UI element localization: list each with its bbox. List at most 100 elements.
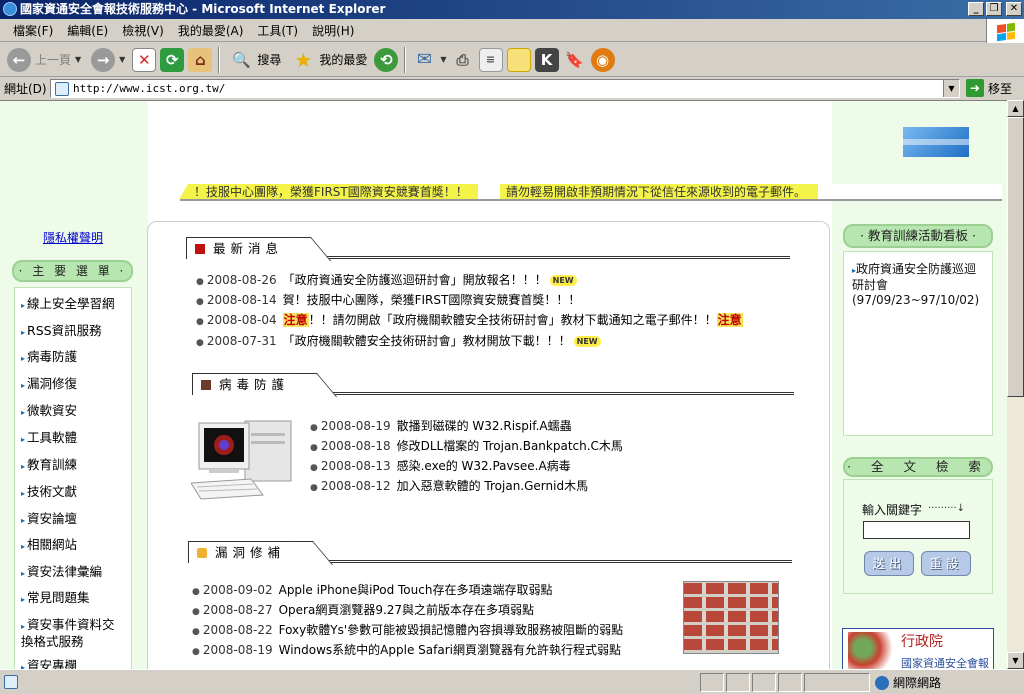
close-button[interactable]: ✕ xyxy=(1006,2,1022,16)
bullet-icon: ▸ xyxy=(21,435,26,444)
restore-button[interactable]: ❐ xyxy=(986,2,1002,16)
back-dropdown-icon[interactable]: ▼ xyxy=(75,55,81,64)
news-item[interactable]: ● 2008-08-04 注意！！請勿開啟「政府機關軟體安全技術研討會」教材下載通知… xyxy=(196,312,743,330)
bullet-icon: ▸ xyxy=(21,462,26,471)
new-badge: NEW xyxy=(549,275,577,286)
forward-button[interactable]: → ▼ xyxy=(88,46,128,74)
bullet-icon: ▸ xyxy=(21,569,26,578)
back-button[interactable]: ← 上一頁 ▼ xyxy=(4,46,84,74)
keyword-pointer-icon: ·········↓ xyxy=(928,503,965,514)
virus-item[interactable]: ● 2008-08-19 散播到磁碟的 W32.Rispif.A蠕蟲 xyxy=(310,418,572,436)
home-icon[interactable]: ⌂ xyxy=(188,47,213,72)
globe-icon xyxy=(875,675,889,690)
nicst-logo[interactable]: 行政院 國家資通安全會報 xyxy=(842,628,994,669)
menu-edit[interactable]: 編輯(E) xyxy=(60,22,115,39)
news-item[interactable]: ● 2008-07-31 「政府機關軟體安全技術研討會」教材開放下載！！！ NEW xyxy=(196,333,601,351)
search-button[interactable]: 🔍 搜尋 xyxy=(226,46,284,74)
forward-dropdown-icon[interactable]: ▼ xyxy=(119,55,125,64)
menu-item-links[interactable]: ▸ 相關網站 xyxy=(21,537,77,554)
training-event-link[interactable]: ▸政府資通安全防護巡迴研討會 (97/09/23~97/10/02) xyxy=(852,262,980,308)
menu-item-column[interactable]: ▸ 資安專欄 xyxy=(21,658,77,669)
favorites-button[interactable]: ★ 我的最愛 xyxy=(288,46,370,74)
vuln-item[interactable]: ● 2008-08-22 Foxy軟體Ys'參數可能被毀損記憶體內容損導致服務被阻斷… xyxy=(192,622,623,640)
toolbar-separator xyxy=(218,46,221,73)
menu-item-docs[interactable]: ▸ 技術文獻 xyxy=(21,484,77,501)
menu-item-virus[interactable]: ▸ 病毒防護 xyxy=(21,349,77,366)
internet-zone[interactable]: 網際網路 xyxy=(875,674,941,691)
menu-item-forum[interactable]: ▸ 資安論壇 xyxy=(21,511,77,528)
main-menu: ▸ 線上安全學習網 ▸ RSS資訊服務 ▸ 病毒防護 ▸ 漏洞修復 ▸ 微軟資安 ▸ 工具軟… xyxy=(14,287,132,669)
address-input[interactable]: http://www.icst.org.tw/ ▼ xyxy=(50,79,960,98)
bullet-icon: ▸ xyxy=(21,595,26,604)
privacy-link[interactable]: 隱私權聲明 xyxy=(43,229,103,246)
virus-section-header: 病毒防護 xyxy=(192,373,794,395)
menu-item-law[interactable]: ▸ 資安法律彙編 xyxy=(21,564,102,581)
address-dropdown-icon[interactable]: ▼ xyxy=(943,80,959,97)
vuln-item[interactable]: ● 2008-08-19 Windows系統中的Apple Safari網頁瀏覽器有… xyxy=(192,642,621,660)
virus-item[interactable]: ● 2008-08-12 加入惡意軟體的 Trojan.Gernid木馬 xyxy=(310,478,588,496)
refresh-icon[interactable]: ⟳ xyxy=(160,47,185,72)
go-label: 移至 xyxy=(988,81,1013,96)
print-icon[interactable]: ⎙ xyxy=(451,48,475,72)
toolbar: ← 上一頁 ▼ → ▼ ✕ ⟳ ⌂ 🔍 搜尋 ★ 我的最愛 ⟲ ✉ ▼ ⎙ ≡ … xyxy=(0,43,1024,77)
bullet-icon: ▸ xyxy=(21,354,26,363)
bullet-icon: ▸ xyxy=(21,381,26,390)
menu-item-online-learning[interactable]: ▸ 線上安全學習網 xyxy=(21,296,115,313)
menu-favorites[interactable]: 我的最愛(A) xyxy=(171,22,251,39)
edit-icon[interactable]: ≡ xyxy=(478,47,503,72)
logo-subtitle: 國家資通安全會報 xyxy=(901,657,989,669)
menu-item-incident-exchange[interactable]: ▸ 資安事件資料交換格式服務 xyxy=(21,617,127,649)
vuln-section-header: 漏洞修補 xyxy=(188,541,792,563)
news-item[interactable]: ● 2008-08-14 賀！技服中心團隊，榮獲FIRST國際資安競賽首獎！！！ xyxy=(196,292,580,310)
virus-item[interactable]: ● 2008-08-13 感染.exe的 W32.Pavsee.A病毒 xyxy=(310,458,571,476)
mail-icon[interactable]: ✉ xyxy=(412,48,436,72)
bullet-icon: ▸ xyxy=(21,542,26,551)
marquee-text-1[interactable]: ！技服中心團隊，榮獲FIRST國際資安競賽首獎！！ xyxy=(180,184,478,199)
menu-help[interactable]: 說明(H) xyxy=(305,22,361,39)
menu-view[interactable]: 檢視(V) xyxy=(115,22,171,39)
bullet-icon: ▸ xyxy=(21,408,26,417)
messenger-icon[interactable]: K xyxy=(534,47,559,72)
submit-button[interactable]: 送出 xyxy=(864,551,914,576)
stop-icon[interactable]: ✕ xyxy=(132,47,157,72)
scroll-up-icon[interactable]: ▲ xyxy=(1007,100,1024,117)
media-icon[interactable]: ◉ xyxy=(590,47,615,72)
menu-item-patch[interactable]: ▸ 漏洞修復 xyxy=(21,376,77,393)
news-section-header: 最新消息 xyxy=(186,237,790,259)
marquee-edge xyxy=(180,184,188,199)
marquee-banner[interactable]: ！技服中心團隊，榮獲FIRST國際資安競賽首獎！！ 請勿輕易開啟非預期情況下從信… xyxy=(180,184,1002,201)
marquee-text-2[interactable]: 請勿輕易開啟非預期情況下從信任來源收到的電子郵件。 xyxy=(500,184,819,199)
scroll-thumb[interactable] xyxy=(1007,117,1024,397)
discuss-icon[interactable] xyxy=(506,47,531,72)
zone-label: 網際網路 xyxy=(893,676,942,690)
vuln-section-title: 漏洞修補 xyxy=(188,541,314,563)
toolbar-separator xyxy=(404,46,407,73)
menu-item-tools[interactable]: ▸ 工具軟體 xyxy=(21,430,77,447)
minimize-button[interactable]: _ xyxy=(968,2,984,16)
news-item[interactable]: ● 2008-08-26 「政府資通安全防護巡迴研討會」開放報名！！！ NEW xyxy=(196,272,577,290)
menu-item-rss[interactable]: ▸ RSS資訊服務 xyxy=(21,323,102,340)
menu-file[interactable]: 檔案(F) xyxy=(6,22,60,39)
research-icon[interactable]: 🔖 xyxy=(563,48,587,72)
title-bar: 國家資通安全會報技術服務中心 - Microsoft Internet Expl… xyxy=(0,0,1024,19)
scroll-down-icon[interactable]: ▼ xyxy=(1007,652,1024,669)
vuln-item[interactable]: ● 2008-09-02 Apple iPhone與iPod Touch存在多項遠端… xyxy=(192,582,552,600)
reset-button[interactable]: 重設 xyxy=(921,551,971,576)
status-page-icon xyxy=(4,675,18,689)
menu-item-training[interactable]: ▸ 教育訓練 xyxy=(21,457,77,474)
bullet-icon: ▸ xyxy=(21,622,26,631)
menu-tools[interactable]: 工具(T) xyxy=(250,22,305,39)
virus-item[interactable]: ● 2008-08-18 修改DLL檔案的 Trojan.Bankpatch.C木馬 xyxy=(310,438,623,456)
mail-dropdown-icon[interactable]: ▼ xyxy=(440,55,446,64)
menu-item-microsoft[interactable]: ▸ 微軟資安 xyxy=(21,403,77,420)
window-title: 國家資通安全會報技術服務中心 - Microsoft Internet Expl… xyxy=(20,2,386,16)
history-icon[interactable]: ⟲ xyxy=(374,47,399,72)
go-button[interactable]: ➜ 移至 xyxy=(966,79,1012,97)
address-url[interactable]: http://www.icst.org.tw/ xyxy=(73,82,225,95)
page-icon xyxy=(55,81,69,96)
wrench-icon xyxy=(197,548,207,558)
vertical-scrollbar[interactable]: ▲ ▼ xyxy=(1007,100,1024,669)
menu-item-faq[interactable]: ▸ 常見問題集 xyxy=(21,590,90,607)
keyword-input[interactable] xyxy=(863,521,970,539)
vuln-item[interactable]: ● 2008-08-27 Opera網頁瀏覽器9.27與之前版本存在多項弱點 xyxy=(192,602,534,620)
